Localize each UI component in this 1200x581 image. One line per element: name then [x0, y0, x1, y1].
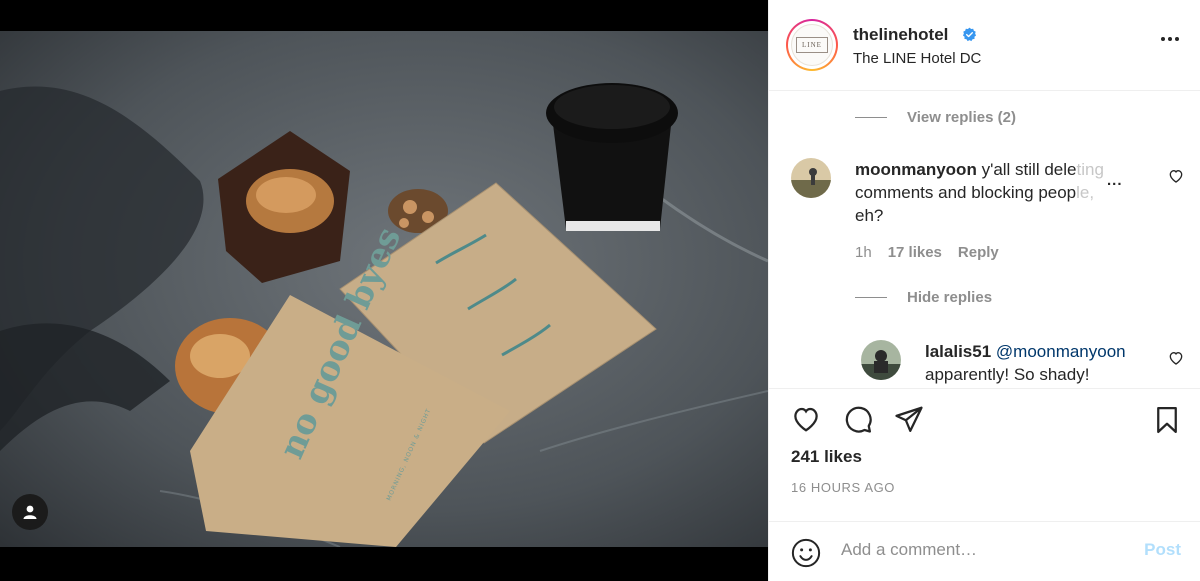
post-header: LINE thelinehotel The LINE Hotel DC [769, 0, 1200, 91]
profile-logo: LINE [796, 37, 828, 53]
post-username[interactable]: thelinehotel [853, 25, 948, 45]
post-likes-count[interactable]: 241 likes [791, 447, 862, 467]
user-tag-button[interactable] [12, 494, 48, 530]
replier-avatar[interactable] [861, 340, 901, 380]
comment-text: moonmanyoon y'all still deleting comment… [855, 158, 1135, 227]
commenter-avatar[interactable] [791, 158, 831, 198]
emoji-icon[interactable] [791, 538, 821, 568]
view-replies-button[interactable]: View replies (2) [855, 109, 1016, 126]
comment-input[interactable] [841, 536, 1121, 564]
post-time-ago[interactable]: 16 HOURS AGO [791, 480, 895, 495]
comment-text-line3: eh? [855, 206, 884, 225]
user-tag-icon [23, 505, 37, 519]
comment-like-heart-icon[interactable] [1168, 168, 1184, 184]
heart-icon[interactable] [790, 404, 822, 434]
view-replies-label: View replies (2) [907, 109, 1016, 126]
reply-text: lalalis51 @moonmanyoon apparently! So sh… [925, 340, 1145, 386]
comment-time: 1h [855, 244, 872, 261]
post-photo[interactable]: no good byes MORNING, NOON & NIGHT [0, 31, 768, 547]
profile-avatar[interactable]: LINE [786, 19, 838, 71]
reply-mention[interactable]: @moonmanyoon [996, 342, 1126, 361]
add-comment-bar: Post [769, 521, 1200, 581]
comment-username[interactable]: moonmanyoon [855, 160, 977, 179]
post-photo-pane: no good byes MORNING, NOON & NIGHT [0, 0, 768, 581]
verified-badge-icon [962, 27, 977, 42]
comments-list[interactable]: View replies (2) moonmanyoon y'all still… [769, 92, 1200, 387]
bookmark-icon[interactable] [1152, 404, 1182, 436]
post-actions: 241 likes 16 HOURS AGO Post [769, 388, 1200, 581]
post-comment-button[interactable]: Post [1144, 540, 1181, 560]
post-location[interactable]: The LINE Hotel DC [853, 50, 981, 67]
comment-likes[interactable]: 17 likes [888, 244, 942, 261]
comment-text-line2: comments and blocking peop [855, 183, 1077, 202]
comment-text-line1-faded: ting [1076, 160, 1104, 179]
more-options-icon[interactable] [1160, 36, 1180, 42]
reply-body: apparently! So shady! [925, 365, 1090, 384]
reply-like-heart-icon[interactable] [1168, 350, 1184, 366]
hide-replies-label: Hide replies [907, 289, 993, 306]
comment-text-line2-faded: le, [1076, 183, 1095, 202]
share-icon[interactable] [893, 404, 925, 434]
comment-reply-button[interactable]: Reply [958, 244, 999, 261]
comment-icon[interactable] [842, 404, 874, 434]
comment-text-line1: y'all still dele [981, 160, 1077, 179]
comment-meta: 1h 17 likes Reply [855, 244, 999, 261]
post-side-panel: LINE thelinehotel The LINE Hotel DC View… [768, 0, 1200, 581]
hide-replies-button[interactable]: Hide replies [855, 289, 992, 306]
reply-username[interactable]: lalalis51 [925, 342, 991, 361]
comment-options-button[interactable]: ... [1107, 172, 1123, 189]
